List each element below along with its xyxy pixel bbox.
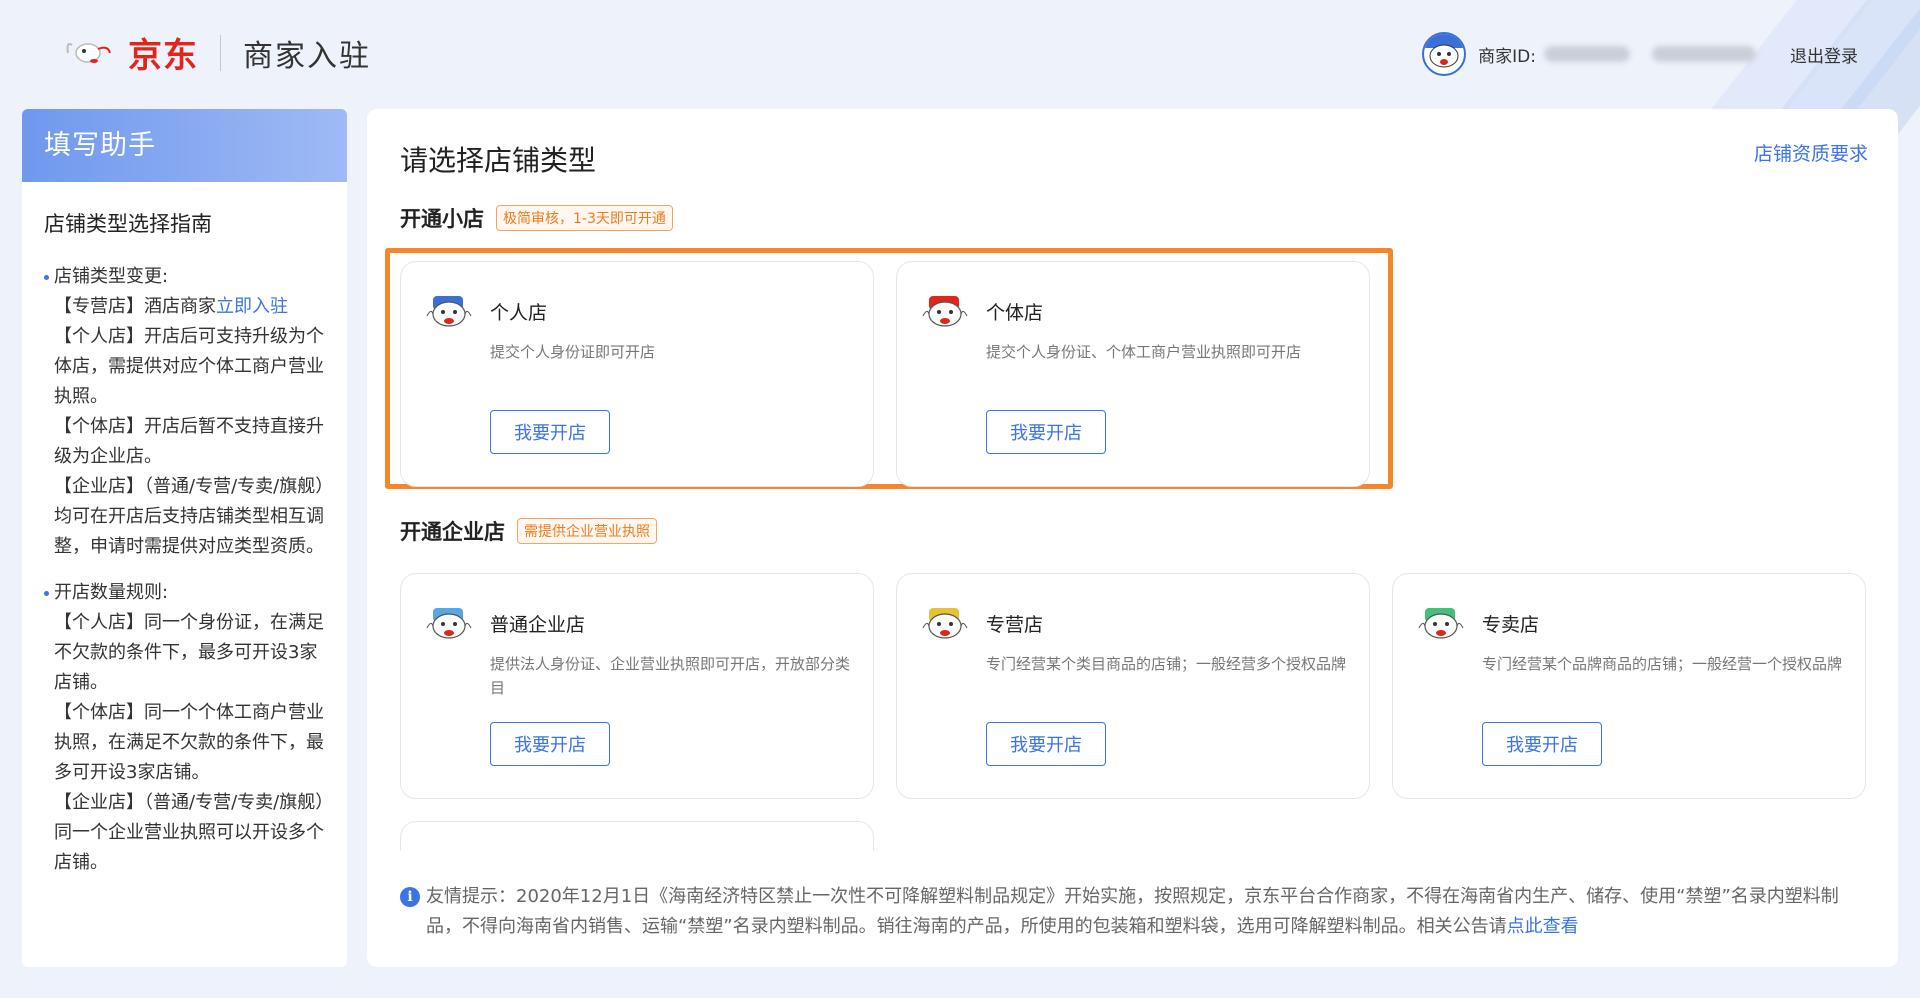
guide-title: 店铺类型选择指南 <box>44 212 212 236</box>
rule-head: 店铺类型变更: <box>44 262 325 292</box>
rule-line: 【个人店】同一个身份证，在满足不欠款的条件下，最多可开设3家店铺。 <box>54 612 324 693</box>
store-card-enterprise: 普通企业店 提供法人身份证、企业营业执照即可开店，开放部分类目 我要开店 <box>400 573 874 799</box>
info-icon: i <box>400 887 420 907</box>
store-name: 普通企业店 <box>490 614 586 636</box>
store-desc: 提交个人身份证、个体工商户营业执照即可开店 <box>986 343 1302 361</box>
helper-title: 填写助手 <box>22 109 347 182</box>
open-store-button[interactable]: 我要开店 <box>1482 722 1602 766</box>
rule-line: 【企业店】（普通/专营/专卖/旗舰）同一个企业营业执照可以开设多个店铺。 <box>54 792 325 873</box>
rule-text: 【专营店】酒店商家 <box>54 296 216 317</box>
apply-now-link[interactable]: 立即入驻 <box>216 296 288 317</box>
small-store-section-label: 开通小店 极简审核，1-3天即可开通 <box>400 203 673 233</box>
rule-head: 开店数量规则: <box>44 578 325 608</box>
logo-divider <box>220 34 221 71</box>
store-card-exclusive: 专卖店 专门经营某个品牌商品的店铺；一般经营一个授权品牌 我要开店 <box>1392 573 1866 799</box>
jd-logo[interactable]: 京东 商家入驻 <box>64 28 371 77</box>
rule-line: 【个体店】同一个个体工商户营业执照，在满足不欠款的条件下，最多可开设3家店铺。 <box>54 702 324 783</box>
logo-subtitle: 商家入驻 <box>243 38 371 74</box>
open-store-button[interactable]: 我要开店 <box>986 410 1106 454</box>
store-card-partial <box>400 821 874 851</box>
open-store-button[interactable]: 我要开店 <box>490 410 610 454</box>
store-type-panel: 请选择店铺类型 店铺资质要求 开通小店 极简审核，1-3天即可开通 个人店 提交… <box>367 109 1898 967</box>
user-area: 商家ID: 退出登录 <box>1422 32 1858 76</box>
section-tag: 需提供企业营业执照 <box>517 518 657 544</box>
store-name: 专卖店 <box>1482 614 1540 636</box>
rule-line: 【个体店】开店后暂不支持直接升级为企业店。 <box>54 416 324 467</box>
rule-line: 【个人店】开店后可支持升级为个体店，需提供对应个体工商户营业执照。 <box>54 326 324 407</box>
merchant-name-blurred <box>1652 46 1756 62</box>
jd-dog-blue-icon <box>423 292 479 332</box>
notice: i 友情提示：2020年12月1日《海南经济特区禁止一次性不可降解塑料制品规定》… <box>400 882 1870 942</box>
view-notice-link[interactable]: 点此查看 <box>1507 916 1579 937</box>
merchant-id-value-blurred <box>1544 46 1630 62</box>
rule-block-store-count: 开店数量规则: 【个人店】同一个身份证，在满足不欠款的条件下，最多可开设3家店铺… <box>44 578 325 878</box>
open-store-button[interactable]: 我要开店 <box>986 722 1106 766</box>
enterprise-store-section-label: 开通企业店 需提供企业营业执照 <box>400 516 657 546</box>
store-desc: 专门经营某个类目商品的店铺；一般经营多个授权品牌 <box>986 655 1347 673</box>
jd-dog-red-icon <box>919 292 975 332</box>
rule-block-type-change: 店铺类型变更: 【专营店】酒店商家立即入驻 【个人店】开店后可支持升级为个体店，… <box>44 262 325 562</box>
store-name: 个人店 <box>490 302 548 324</box>
jd-dog-logo-icon <box>64 31 126 75</box>
open-store-button[interactable]: 我要开店 <box>490 722 610 766</box>
logout-link[interactable]: 退出登录 <box>1790 42 1858 67</box>
notice-text: 友情提示：2020年12月1日《海南经济特区禁止一次性不可降解塑料制品规定》开始… <box>426 886 1839 937</box>
store-desc: 提交个人身份证即可开店 <box>490 343 656 361</box>
section-tag: 极简审核，1-3天即可开通 <box>496 205 673 231</box>
section-title: 开通企业店 <box>400 520 505 544</box>
avatar[interactable] <box>1422 32 1467 76</box>
jd-dog-lightblue-icon <box>423 604 479 644</box>
rule-line: 【专营店】酒店商家立即入驻 <box>44 292 325 322</box>
store-name: 个体店 <box>986 302 1044 324</box>
jd-dog-green-icon <box>1415 604 1471 644</box>
store-desc: 专门经营某个品牌商品的店铺；一般经营一个授权品牌 <box>1482 655 1843 673</box>
section-title: 开通小店 <box>400 207 484 231</box>
store-requirements-link[interactable]: 店铺资质要求 <box>1754 139 1868 166</box>
store-name: 专营店 <box>986 614 1044 636</box>
store-card-specialty: 专营店 专门经营某个类目商品的店铺；一般经营多个授权品牌 我要开店 <box>896 573 1370 799</box>
rule-line: 【企业店】（普通/专营/专卖/旗舰）均可在开店后支持店铺类型相互调整，申请时需提… <box>54 476 325 557</box>
store-card-individual: 个体店 提交个人身份证、个体工商户营业执照即可开店 我要开店 <box>896 261 1370 487</box>
page-header: 京东 商家入驻 商家ID: 退出登录 <box>0 0 1920 108</box>
store-card-personal: 个人店 提交个人身份证即可开店 我要开店 <box>400 261 874 487</box>
merchant-id-label: 商家ID: <box>1478 46 1536 67</box>
helper-sidebar: 填写助手 店铺类型选择指南 店铺类型变更: 【专营店】酒店商家立即入驻 【个人店… <box>22 109 347 967</box>
jd-dog-yellow-icon <box>919 604 975 644</box>
page-title: 请选择店铺类型 <box>400 144 597 177</box>
store-desc: 提供法人身份证、企业营业执照即可开店，开放部分类目 <box>490 655 851 697</box>
jd-logo-text: 京东 <box>128 36 198 76</box>
